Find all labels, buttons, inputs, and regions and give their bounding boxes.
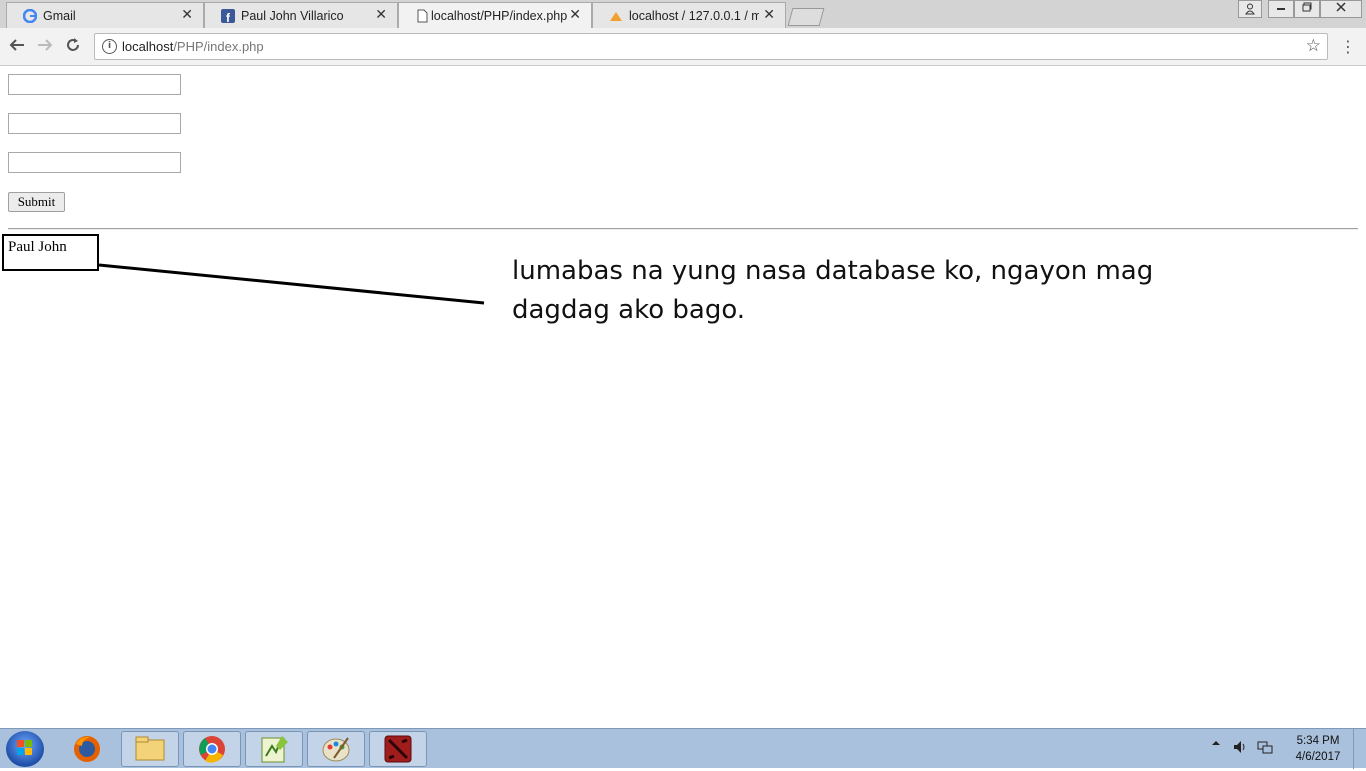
tab-label: localhost / 127.0.0.1 / my [629, 9, 759, 23]
reload-icon [67, 38, 79, 51]
divider [8, 228, 1358, 230]
show-hidden-icons[interactable] [1210, 737, 1222, 752]
facebook-icon: f [221, 9, 235, 23]
annotation-arrow [98, 263, 485, 305]
firefox-icon[interactable] [70, 734, 104, 764]
taskbar: 5:34 PM 4/6/2017 [0, 728, 1366, 769]
submit-button[interactable]: Submit [8, 192, 65, 212]
user-icon[interactable] [1238, 0, 1262, 18]
windows-logo-icon [17, 740, 32, 755]
page-icon [417, 9, 428, 23]
bookmark-star-icon[interactable]: ☆ [1306, 36, 1321, 56]
page-content: Submit Paul John lumabas na yung nasa da… [0, 66, 1366, 728]
forward-arrow-icon [38, 39, 53, 51]
chrome-icon[interactable] [183, 731, 241, 767]
tab-facebook[interactable]: f Paul John Villarico ✕ [204, 2, 398, 28]
file-explorer-icon[interactable] [121, 731, 179, 767]
tab-label: Paul John Villarico [241, 9, 344, 23]
new-tab-button[interactable] [787, 8, 825, 26]
dota2-icon[interactable] [369, 731, 427, 767]
tab-gmail[interactable]: Gmail ✕ [6, 2, 204, 28]
system-clock[interactable]: 5:34 PM 4/6/2017 [1288, 733, 1348, 765]
network-icon[interactable] [1257, 739, 1273, 758]
text-input-3[interactable] [8, 152, 181, 173]
address-url[interactable]: localhost/PHP/index.php [122, 39, 264, 54]
close-icon[interactable]: ✕ [181, 7, 193, 23]
show-desktop-button[interactable] [1353, 729, 1366, 769]
maximize-button[interactable] [1294, 0, 1320, 18]
menu-kebab-icon[interactable]: ⋮ [1340, 37, 1356, 56]
info-icon[interactable]: i [102, 39, 117, 54]
text-input-2[interactable] [8, 113, 181, 134]
browser-toolbar: i localhost/PHP/index.php ☆ ⋮ [0, 28, 1366, 66]
notepad-plus-icon[interactable] [245, 731, 303, 767]
paint-icon[interactable] [307, 731, 365, 767]
forward-button[interactable] [34, 36, 56, 58]
url-path: /PHP/index.php [173, 39, 264, 54]
minimize-button[interactable] [1268, 0, 1294, 18]
text-input-1[interactable] [8, 74, 181, 95]
back-arrow-icon [9, 39, 24, 51]
reload-button[interactable] [62, 36, 84, 58]
close-icon[interactable]: ✕ [763, 7, 775, 23]
tab-label: Gmail [43, 9, 76, 23]
tab-strip: Gmail ✕ f Paul John Villarico ✕ localhos… [0, 0, 1366, 28]
tab-label: localhost/PHP/index.php [431, 9, 568, 23]
address-bar[interactable]: i localhost/PHP/index.php ☆ [94, 33, 1328, 60]
close-icon[interactable]: ✕ [375, 7, 387, 23]
clock-time: 5:34 PM [1296, 735, 1340, 747]
tab-index-php[interactable]: localhost/PHP/index.php ✕ [398, 2, 592, 28]
volume-icon[interactable] [1232, 739, 1248, 758]
start-button[interactable] [6, 731, 44, 767]
clock-date: 4/6/2017 [1295, 751, 1341, 763]
annotation-text: lumabas na yung nasa database ko, ngayon… [512, 256, 1154, 325]
close-icon[interactable]: ✕ [569, 7, 581, 23]
google-icon [23, 9, 37, 23]
url-host: localhost [122, 39, 174, 54]
close-window-button[interactable] [1320, 0, 1362, 18]
phpmyadmin-icon [610, 12, 622, 21]
highlight-box [2, 234, 99, 271]
tab-phpmyadmin[interactable]: localhost / 127.0.0.1 / my ✕ [592, 2, 786, 28]
back-button[interactable] [6, 36, 28, 58]
